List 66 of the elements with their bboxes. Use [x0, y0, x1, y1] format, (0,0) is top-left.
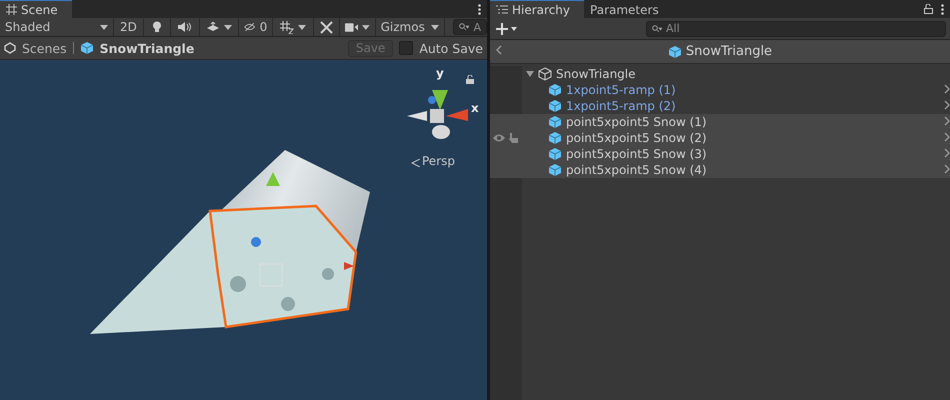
caret-icon: [431, 24, 440, 30]
auto-save-checkbox[interactable]: [399, 41, 414, 55]
y-axis-label: y: [436, 66, 444, 80]
projection-label[interactable]: Persp: [422, 154, 455, 168]
caret-icon: [100, 24, 108, 30]
panel-tab[interactable]: Hierarchy: [490, 0, 584, 18]
scene-name: SnowTriangle: [100, 40, 194, 56]
search-icon: [459, 23, 470, 31]
expand-arrow-icon[interactable]: [526, 70, 534, 78]
cube-outline-icon: [538, 67, 552, 81]
perspective-icon[interactable]: [411, 159, 420, 167]
tree-item: point5xpoint5 Snow (4): [566, 163, 707, 177]
tree-item: point5xpoint5 Snow (3): [566, 147, 707, 161]
grid-snap-icon[interactable]: [280, 20, 294, 34]
tab-label: Scene: [21, 2, 58, 16]
caret-icon: [298, 24, 306, 30]
cube-icon: [80, 41, 94, 55]
cube-icon: [548, 83, 562, 97]
more-icon[interactable]: [478, 4, 481, 14]
panel-tab[interactable]: Parameters: [584, 0, 673, 18]
prefab-title: SnowTriangle: [686, 44, 772, 59]
scenes-link[interactable]: Scenes: [22, 40, 67, 56]
back-icon[interactable]: [496, 45, 502, 55]
hidden-eye-icon[interactable]: [244, 22, 256, 32]
more-icon[interactable]: [941, 4, 944, 14]
eye-icon[interactable]: [492, 133, 506, 143]
search-field[interactable]: All: [646, 20, 946, 36]
layers-icon[interactable]: [206, 22, 220, 32]
tree-row[interactable]: 1xpoint5-ramp (2): [490, 98, 950, 114]
x-axis-label: x: [471, 101, 479, 115]
list-icon: [496, 5, 508, 14]
tree-row[interactable]: point5xpoint5 Snow (2): [490, 130, 950, 146]
row-gutter: [490, 98, 522, 114]
lightbulb-icon[interactable]: [152, 21, 162, 33]
lock-icon[interactable]: [466, 75, 474, 84]
cube-icon: [548, 131, 562, 145]
tab-label: Hierarchy: [512, 2, 570, 16]
tree-row[interactable]: 1xpoint5-ramp (1): [490, 82, 950, 98]
shading-dropdown[interactable]: Shaded: [0, 18, 114, 36]
cube-icon: [548, 99, 562, 113]
tools-icon[interactable]: [320, 20, 333, 34]
lock-icon[interactable]: [924, 4, 933, 14]
tree-item: 1xpoint5-ramp (2): [566, 99, 676, 113]
scene-tab[interactable]: Scene: [0, 0, 72, 18]
hidden-count: 0: [260, 20, 268, 34]
speaker-icon[interactable]: [178, 22, 192, 32]
cube-icon: [548, 147, 562, 161]
tree-item: point5xpoint5 Snow (1): [566, 115, 707, 129]
cube-icon: [548, 115, 562, 129]
caret-icon: [224, 24, 232, 30]
hand-icon[interactable]: [508, 132, 519, 144]
cube-icon: [548, 163, 562, 177]
cube-icon: [668, 44, 682, 58]
camera-icon[interactable]: [344, 22, 358, 32]
search-icon: [652, 24, 662, 32]
auto-save-label: Auto Save: [419, 40, 483, 56]
add-icon[interactable]: [496, 22, 518, 34]
caret-icon: [362, 24, 370, 30]
grid-icon: [6, 4, 17, 15]
tree-item[interactable]: SnowTriangle: [556, 67, 636, 81]
gizmos-dropdown[interactable]: Gizmos: [376, 18, 446, 36]
tab-label: Parameters: [590, 2, 659, 16]
tree-item: 1xpoint5-ramp (1): [566, 83, 676, 97]
tree-item: point5xpoint5 Snow (2): [566, 131, 707, 145]
mode-2d-button[interactable]: 2D: [114, 18, 144, 36]
search-field[interactable]: A: [453, 19, 487, 35]
